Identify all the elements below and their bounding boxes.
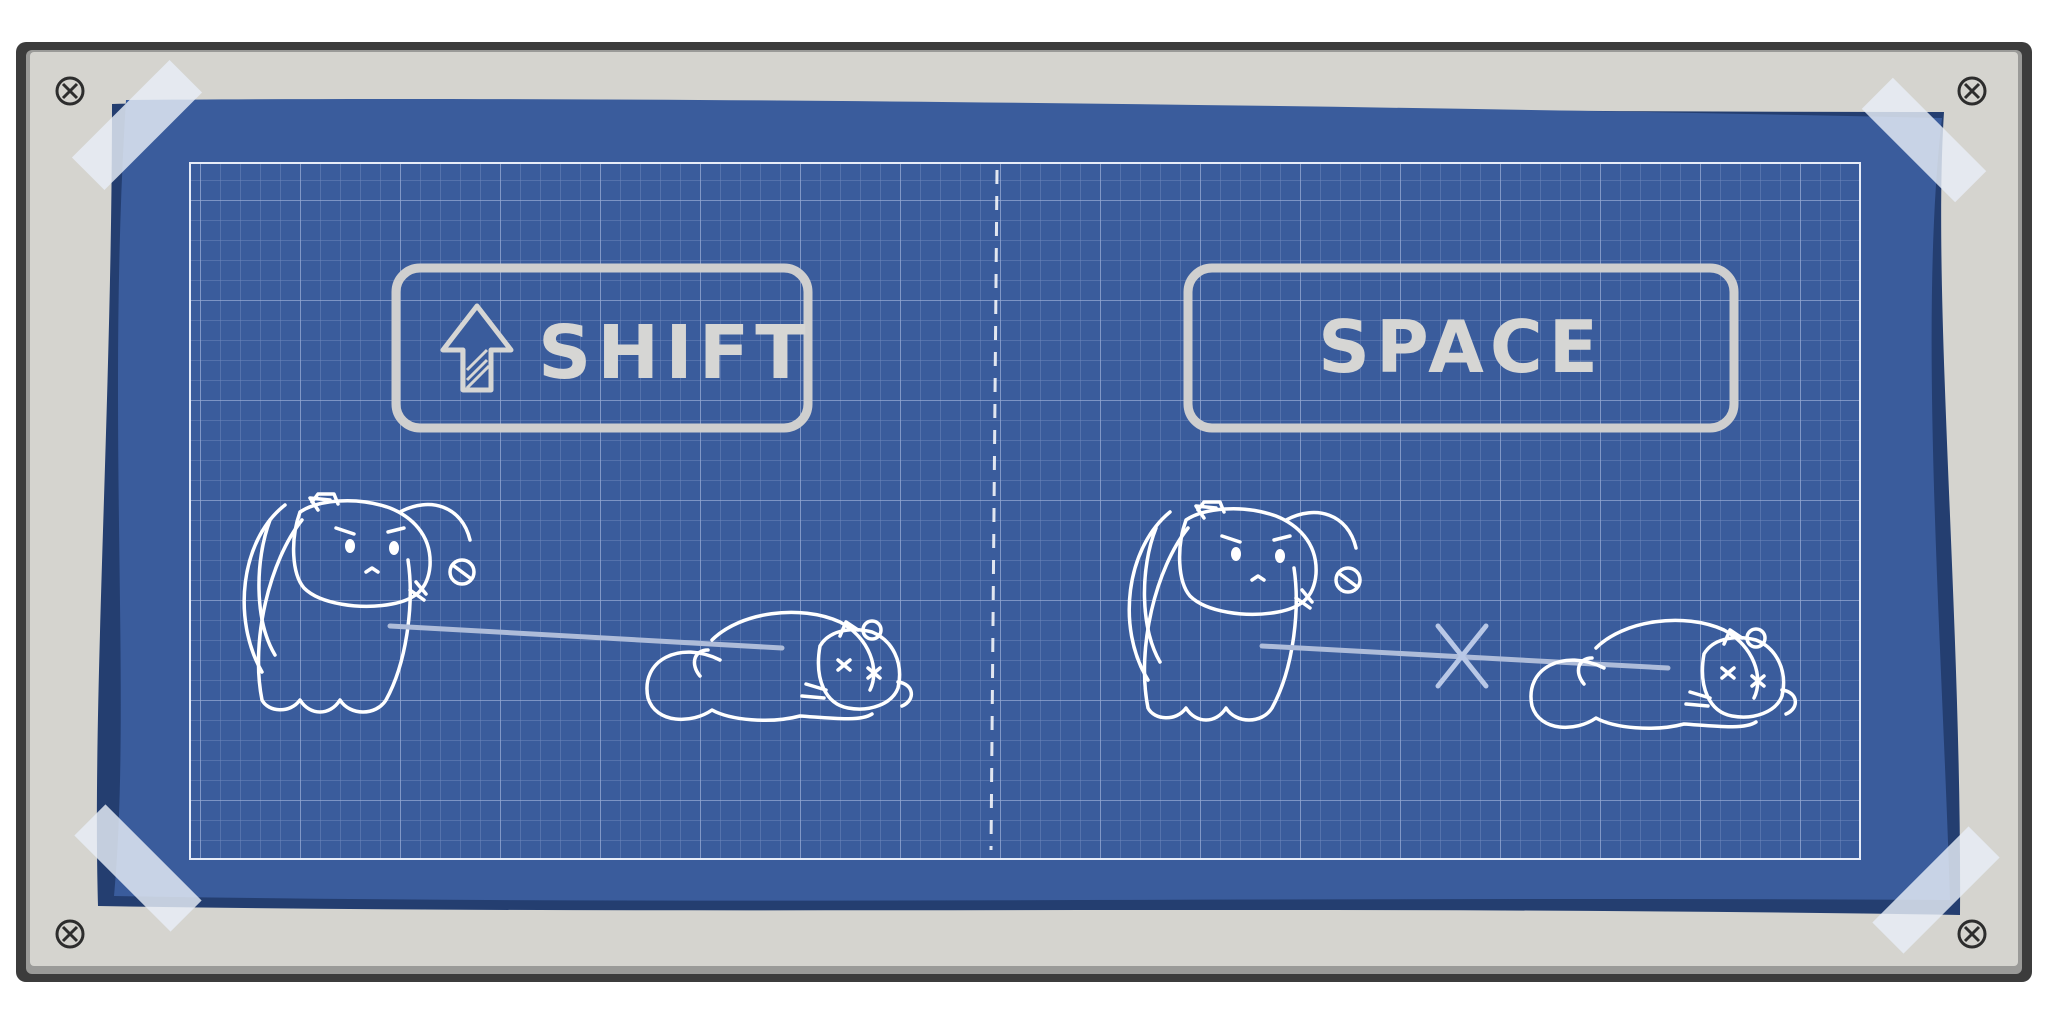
space-key-label: SPACE xyxy=(1318,305,1604,389)
controls-board: SHIFT SPACE xyxy=(16,42,2032,982)
blueprint-sheet xyxy=(96,98,1961,915)
screw-icon xyxy=(55,919,85,949)
shift-key-label: SHIFT xyxy=(538,310,812,396)
screw-icon xyxy=(1957,76,1987,106)
screw-icon xyxy=(1957,919,1987,949)
screw-icon xyxy=(55,76,85,106)
